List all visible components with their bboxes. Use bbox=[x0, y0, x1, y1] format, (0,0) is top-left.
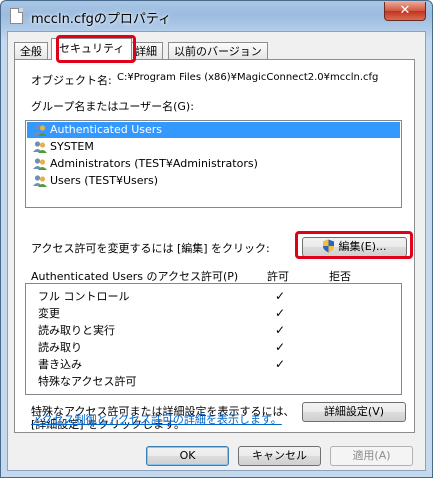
user-group-icon bbox=[33, 175, 47, 187]
groups-label: グループ名またはユーザー名(G): bbox=[31, 100, 194, 113]
object-path: C:¥Program Files (x86)¥MagicConnect2.0¥m… bbox=[117, 72, 379, 83]
user-group-icon bbox=[33, 141, 47, 153]
object-name-label: オブジェクト名: bbox=[31, 74, 112, 87]
group-name: SYSTEM bbox=[50, 140, 94, 153]
file-icon bbox=[10, 8, 23, 24]
apply-button[interactable]: 適用(A) bbox=[330, 446, 413, 466]
permissions-header: Authenticated Users のアクセス許可(P) bbox=[31, 270, 239, 283]
user-group-icon bbox=[33, 158, 47, 170]
groups-listbox[interactable]: Authenticated Users SYSTEM Administrator… bbox=[25, 120, 402, 208]
permission-row: 読み取り ✓ bbox=[26, 339, 401, 356]
tab-general[interactable]: 全般 bbox=[14, 42, 48, 59]
permissions-list[interactable]: フル コントロール ✓ 変更 ✓ 読み取りと実行 ✓ 読み取り ✓ 書き込み ✓… bbox=[25, 283, 402, 395]
permission-name: 読み取りと実行 bbox=[38, 324, 115, 337]
permission-name: フル コントロール bbox=[38, 290, 130, 303]
title-bar[interactable]: mccln.cfgのプロパティ ✕ bbox=[1, 1, 432, 31]
group-item-users[interactable]: Users (TEST¥Users) bbox=[27, 173, 400, 189]
dialog-client: 全般 セキュリティ 詳細 以前のバージョン オブジェクト名: C:¥Progra… bbox=[7, 31, 426, 471]
security-tab-highlight bbox=[56, 35, 136, 63]
permission-name: 特殊なアクセス許可 bbox=[38, 375, 137, 388]
deny-header: 拒否 bbox=[329, 270, 351, 283]
permission-row: 読み取りと実行 ✓ bbox=[26, 322, 401, 339]
group-item-authenticated-users[interactable]: Authenticated Users bbox=[27, 122, 400, 138]
group-item-system[interactable]: SYSTEM bbox=[27, 139, 400, 155]
allow-check-icon: ✓ bbox=[274, 340, 286, 354]
permission-row: フル コントロール ✓ bbox=[26, 288, 401, 305]
change-permissions-label: アクセス許可を変更するには [編集] をクリック: bbox=[31, 242, 270, 255]
allow-check-icon: ✓ bbox=[274, 306, 286, 320]
group-name: Administrators (TEST¥Administrators) bbox=[50, 157, 258, 170]
advanced-button[interactable]: 詳細設定(V) bbox=[302, 402, 406, 422]
permission-row: 書き込み ✓ bbox=[26, 356, 401, 373]
permission-name: 読み取り bbox=[38, 341, 82, 354]
permission-name: 書き込み bbox=[38, 358, 82, 371]
permission-row: 特殊なアクセス許可 bbox=[26, 373, 401, 390]
security-panel: オブジェクト名: C:¥Program Files (x86)¥MagicCon… bbox=[14, 59, 415, 433]
tab-previous-versions[interactable]: 以前のバージョン bbox=[168, 42, 268, 59]
access-control-help-link[interactable]: アクセス制御とアクセス許可の詳細を表示します。 bbox=[31, 411, 282, 427]
close-button[interactable]: ✕ bbox=[384, 2, 426, 21]
allow-check-icon: ✓ bbox=[274, 357, 286, 371]
group-name: Users (TEST¥Users) bbox=[50, 174, 159, 187]
allow-check-icon: ✓ bbox=[274, 289, 286, 303]
edit-button-highlight bbox=[295, 231, 413, 259]
permission-row: 変更 ✓ bbox=[26, 305, 401, 322]
ok-button[interactable]: OK bbox=[146, 446, 229, 466]
cancel-button[interactable]: キャンセル bbox=[238, 446, 321, 466]
group-name: Authenticated Users bbox=[50, 123, 163, 136]
allow-check-icon: ✓ bbox=[274, 323, 286, 337]
permission-name: 変更 bbox=[38, 307, 60, 320]
group-item-administrators[interactable]: Administrators (TEST¥Administrators) bbox=[27, 156, 400, 172]
allow-header: 許可 bbox=[267, 270, 289, 283]
user-group-icon bbox=[33, 124, 47, 136]
properties-window: mccln.cfgのプロパティ ✕ 全般 セキュリティ 詳細 以前のバージョン … bbox=[0, 0, 433, 478]
window-title: mccln.cfgのプロパティ bbox=[31, 12, 172, 27]
